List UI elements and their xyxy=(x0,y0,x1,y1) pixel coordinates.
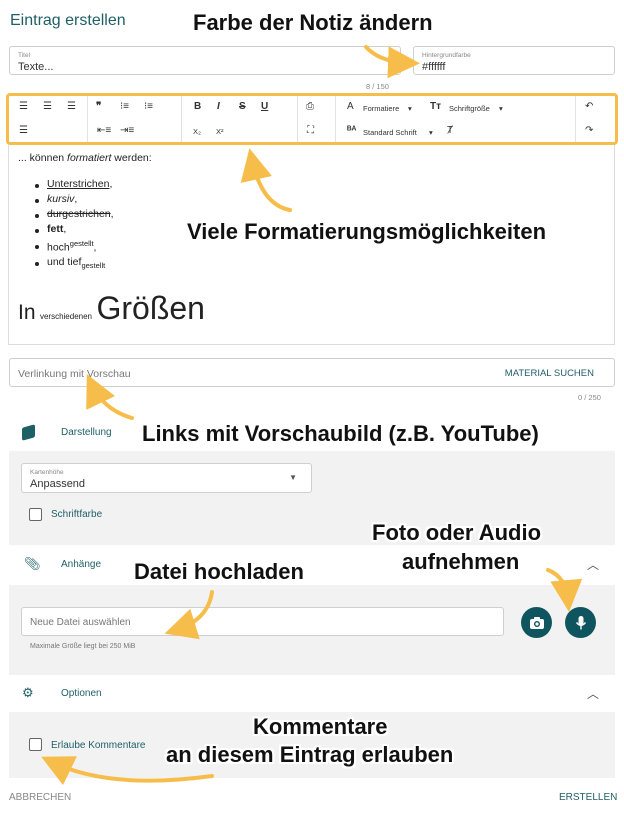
palette-icon xyxy=(22,424,35,441)
chevron-up-icon[interactable]: ︿ xyxy=(587,556,599,573)
microphone-button[interactable] xyxy=(565,607,596,638)
list-item: und tiefgestellt xyxy=(47,256,106,271)
align-justify-icon[interactable]: ☰ xyxy=(19,125,28,137)
list-item: durgestrichen, xyxy=(47,208,114,220)
cancel-button[interactable]: ABBRECHEN xyxy=(9,792,71,803)
formatting-toolbar: ☰ ☰ ☰ ☰ ❞ ⁝≡ ⁝≡ ⇤≡ ⇥≡ B I S U X₂ X² ⎙ ⛶ … xyxy=(6,93,618,145)
chevron-up-icon[interactable]: ︿ xyxy=(587,685,599,702)
numbered-list-icon[interactable]: ⁝≡ xyxy=(144,101,153,113)
link-input-placeholder: Verlinkung mit Vorschau xyxy=(18,368,131,380)
font-family-icon: ᴮᴬ xyxy=(347,125,357,136)
align-right-icon[interactable]: ☰ xyxy=(67,101,76,113)
editor-intro: ... können formatiert werden: xyxy=(18,152,152,164)
callout-media-line1: Foto oder Audio xyxy=(372,520,542,545)
callout-color: Farbe der Notiz ändern xyxy=(193,10,433,35)
text-format-icon: A xyxy=(347,101,354,112)
paperclip-icon: 📎︎ xyxy=(24,556,41,571)
font-color-checkbox[interactable] xyxy=(29,508,42,521)
callout-upload: Datei hochladen xyxy=(134,559,304,584)
format-dropdown[interactable]: Formatiere xyxy=(363,103,399,115)
camera-button[interactable] xyxy=(521,607,552,638)
create-button[interactable]: ERSTELLEN xyxy=(559,792,617,803)
microphone-icon xyxy=(575,615,586,629)
redo-icon[interactable]: ↷ xyxy=(585,125,593,137)
link-field[interactable]: Verlinkung mit Vorschau MATERIAL SUCHEN xyxy=(9,358,615,387)
chevron-down-icon: ▾ xyxy=(429,128,433,137)
arrow-links xyxy=(86,374,134,420)
chevron-down-icon: ▼ xyxy=(289,473,297,482)
italic-button[interactable]: I xyxy=(217,101,220,113)
list-item: kursiv, xyxy=(47,193,78,205)
strike-button[interactable]: S xyxy=(239,101,246,113)
section-anhaenge[interactable]: Anhänge xyxy=(61,559,101,570)
allow-comments-checkbox[interactable] xyxy=(29,738,42,751)
undo-icon[interactable]: ↶ xyxy=(585,101,593,113)
align-left-icon[interactable]: ☰ xyxy=(19,101,28,113)
print-icon[interactable]: ⎙ xyxy=(306,101,314,113)
bold-button[interactable]: B xyxy=(194,101,201,113)
settings-icon: ⚙ xyxy=(22,685,34,700)
font-size-icon: Tт xyxy=(430,101,442,112)
card-height-select[interactable]: Kartenhöhe Anpassend ▼ xyxy=(21,463,312,493)
section-optionen[interactable]: Optionen xyxy=(61,688,102,699)
quote-icon[interactable]: ❞ xyxy=(96,101,101,113)
callout-comments-line2: an diesem Eintrag erlauben xyxy=(166,742,454,767)
list-item: fett, xyxy=(47,223,67,235)
card-height-value: Anpassend xyxy=(30,478,86,490)
chevron-down-icon: ▾ xyxy=(499,104,503,113)
fullscreen-icon[interactable]: ⛶ xyxy=(307,125,314,137)
align-center-icon[interactable]: ☰ xyxy=(43,101,52,113)
callout-comments-line1: Kommentare xyxy=(253,714,388,739)
subscript-button[interactable]: X₂ xyxy=(193,126,201,138)
card-height-label: Kartenhöhe xyxy=(30,469,64,476)
callout-format: Viele Formatierungsmöglichkeiten xyxy=(187,219,547,244)
background-color-field[interactable]: Hintergrundfarbe #ffffff xyxy=(413,46,615,75)
underline-button[interactable]: U xyxy=(261,101,268,113)
outdent-icon[interactable]: ⇤≡ xyxy=(97,125,111,137)
camera-icon xyxy=(529,616,544,629)
clear-format-icon[interactable]: Ⱦ xyxy=(447,125,453,137)
file-input[interactable]: Neue Datei auswählen xyxy=(21,607,504,636)
allow-comments-label: Erlaube Kommentare xyxy=(51,740,146,751)
title-field-label: Titel xyxy=(18,52,31,59)
file-input-placeholder: Neue Datei auswählen xyxy=(30,617,131,628)
font-family-dropdown[interactable]: Standard Schrift xyxy=(363,127,417,139)
page-title: Eintrag erstellen xyxy=(10,12,126,29)
callout-links: Links mit Vorschaubild (z.B. YouTube) xyxy=(142,421,539,446)
file-size-hint: Maximale Größe liegt bei 250 MiB xyxy=(30,643,136,650)
font-color-label: Schriftfarbe xyxy=(51,509,103,520)
list-item: hochgestellt, xyxy=(47,239,97,254)
superscript-button[interactable]: X² xyxy=(216,126,224,138)
background-color-value: #ffffff xyxy=(422,61,446,73)
section-darstellung[interactable]: Darstellung xyxy=(61,427,112,438)
title-field[interactable]: Titel Texte... xyxy=(9,46,401,75)
background-color-label: Hintergrundfarbe xyxy=(422,52,471,59)
indent-icon[interactable]: ⇥≡ xyxy=(120,125,134,137)
link-counter: 0 / 250 xyxy=(578,393,601,402)
title-field-value: Texte... xyxy=(18,61,54,73)
sizes-demo: In verschiedenen Größen xyxy=(18,290,205,326)
list-item: Unterstrichen, xyxy=(47,178,113,190)
bullet-list-icon[interactable]: ⁝≡ xyxy=(120,101,129,113)
font-size-dropdown[interactable]: Schriftgröße xyxy=(449,103,490,115)
title-counter: 8 / 150 xyxy=(366,82,389,91)
rich-text-editor[interactable]: ... können formatiert werden: Unterstric… xyxy=(8,145,615,345)
chevron-down-icon: ▾ xyxy=(408,104,412,113)
callout-media-line2: aufnehmen xyxy=(402,549,520,574)
search-material-button[interactable]: MATERIAL SUCHEN xyxy=(505,368,594,379)
